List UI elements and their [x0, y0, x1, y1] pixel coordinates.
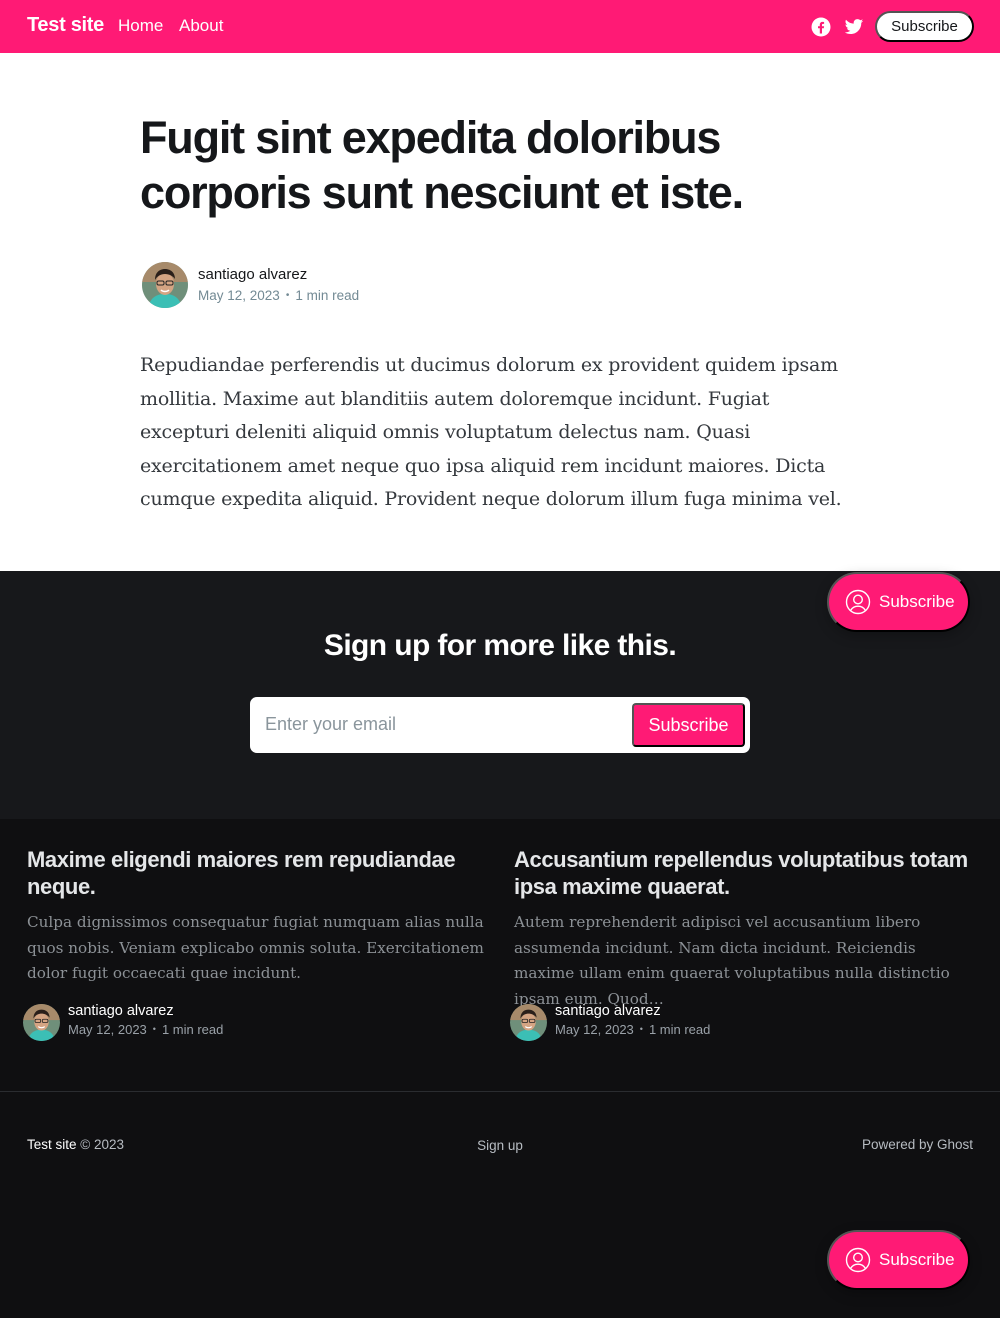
nav-about-link[interactable]: About: [179, 16, 223, 36]
article-date: May 12, 2023: [198, 288, 280, 303]
user-circle-icon: [845, 589, 871, 615]
article: Fugit sint expedita doloribus corporis s…: [0, 53, 1000, 571]
post-card[interactable]: Maxime eligendi maiores rem repudiandae …: [23, 846, 489, 1041]
post-card-read-time: 1 min read: [648, 1022, 711, 1037]
post-card-read-time: 1 min read: [161, 1022, 224, 1037]
facebook-icon[interactable]: [811, 17, 831, 37]
site-title-link[interactable]: Test site: [27, 14, 104, 37]
post-card-title[interactable]: Accusantium repellendus voluptatibus tot…: [514, 846, 976, 900]
author-avatar[interactable]: [23, 1004, 60, 1041]
meta-separator: •: [639, 1024, 643, 1034]
portal-subscribe-button[interactable]: Subscribe: [827, 572, 970, 632]
article-read-time: 1 min read: [295, 288, 360, 303]
author-avatar[interactable]: [142, 262, 188, 308]
meta-separator: •: [285, 290, 290, 301]
signup-title: Sign up for more like this.: [323, 629, 677, 662]
post-card-author-name[interactable]: santiago alvarez: [68, 1003, 174, 1019]
post-card-date: May 12, 2023: [555, 1022, 634, 1037]
portal-subscribe-label: Subscribe: [879, 592, 955, 611]
post-card-title[interactable]: Maxime eligendi maiores rem repudiandae …: [27, 846, 489, 900]
post-card-excerpt: Autem reprehenderit adipisci vel accusan…: [514, 913, 950, 1008]
post-card-author-name[interactable]: santiago alvarez: [555, 1003, 661, 1019]
article-body: Repudiandae perferendis ut ducimus dolor…: [140, 354, 842, 510]
signup-form: Enter your email Subscribe: [250, 697, 750, 753]
email-input[interactable]: Enter your email: [265, 714, 396, 735]
post-card-author: santiago alvarez May 12, 2023 • 1 min read: [23, 1002, 423, 1042]
footer-signup-link[interactable]: Sign up: [477, 1138, 523, 1153]
twitter-icon[interactable]: [844, 17, 864, 37]
portal-subscribe-button[interactable]: Subscribe: [827, 1230, 970, 1290]
user-circle-icon: [845, 1247, 871, 1273]
header-subscribe-button[interactable]: Subscribe: [875, 11, 974, 42]
site-header: Test site Home About Subscribe: [0, 0, 1000, 53]
article-title: Fugit sint expedita doloribus corporis s…: [140, 112, 744, 218]
author-avatar[interactable]: [510, 1004, 547, 1041]
author-name-link[interactable]: santiago alvarez: [198, 266, 307, 283]
post-card-meta: May 12, 2023 • 1 min read: [555, 1022, 710, 1037]
post-card[interactable]: Accusantium repellendus voluptatibus tot…: [510, 846, 976, 1041]
post-card-meta: May 12, 2023 • 1 min read: [68, 1022, 223, 1037]
powered-by-ghost-link[interactable]: Powered by Ghost: [862, 1137, 973, 1152]
portal-subscribe-label: Subscribe: [879, 1250, 955, 1269]
article-meta: May 12, 2023 • 1 min read: [198, 288, 359, 303]
post-card-date: May 12, 2023: [68, 1022, 147, 1037]
post-card-author: santiago alvarez May 12, 2023 • 1 min read: [510, 1002, 910, 1042]
meta-separator: •: [152, 1024, 156, 1034]
nav-home-link[interactable]: Home: [118, 16, 163, 36]
post-card-excerpt: Culpa dignissimos consequatur fugiat num…: [27, 913, 484, 982]
related-posts: Maxime eligendi maiores rem repudiandae …: [0, 819, 1000, 1091]
signup-subscribe-button[interactable]: Subscribe: [632, 703, 745, 747]
